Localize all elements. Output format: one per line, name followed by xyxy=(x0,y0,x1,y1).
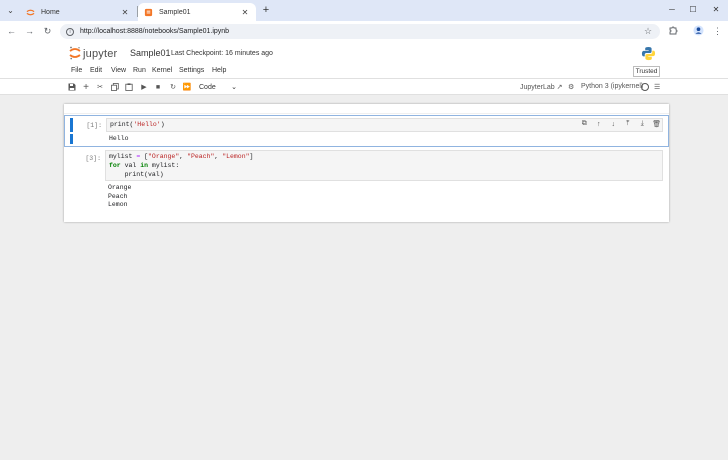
code-cell-active[interactable]: [1]: print('Hello') ⧉ ↑ ↓ ⤒ ⤓ 🗑 Hello xyxy=(64,115,669,147)
bookmark-star-icon[interactable]: ☆ xyxy=(644,26,654,37)
menu-bar: File Edit View Run Kernel Settings Help … xyxy=(0,65,728,79)
menu-help[interactable]: Help xyxy=(212,67,226,74)
url-text[interactable]: http://localhost:8888/notebooks/Sample01… xyxy=(80,28,644,35)
last-checkpoint: Last Checkpoint: 16 minutes ago xyxy=(171,50,273,57)
close-icon[interactable]: ✕ xyxy=(240,7,250,17)
menu-settings[interactable]: Settings xyxy=(179,67,204,74)
input-prompt: [1]: xyxy=(86,122,102,129)
open-in-jupyterlab-link[interactable]: JupyterLab ↗ xyxy=(520,83,562,91)
menu-view[interactable]: View xyxy=(111,67,126,74)
add-cell-icon[interactable]: + xyxy=(81,82,91,93)
menu-file[interactable]: File xyxy=(71,67,82,74)
insert-above-icon[interactable]: ⤒ xyxy=(621,119,636,129)
browser-toolbar: ← → ↻ i http://localhost:8888/notebooks/… xyxy=(0,21,728,42)
cut-icon[interactable]: ✂ xyxy=(95,82,105,92)
code-line: for val in mylist: xyxy=(109,161,180,169)
code-line: mylist = ["Orange", "Peach", "Lemon"] xyxy=(109,153,254,160)
fast-forward-icon[interactable]: ⏩ xyxy=(182,82,192,92)
output-line: Lemon xyxy=(108,201,128,208)
cell-type-select[interactable]: Code ⌄ xyxy=(197,82,239,92)
close-icon[interactable]: ✕ xyxy=(120,7,130,17)
browser-tab-home[interactable]: Home ✕ xyxy=(20,3,136,21)
window-close-icon[interactable]: ✕ xyxy=(709,4,723,16)
kernel-name[interactable]: Python 3 (ipykernel) xyxy=(581,83,643,90)
output-collapser[interactable] xyxy=(70,134,73,144)
forward-arrow-icon[interactable]: → xyxy=(23,25,36,38)
browser-tab-sample01[interactable]: Sample01 ✕ xyxy=(138,3,256,21)
cell-toolbar: ⧉ ↑ ↓ ⤒ ⤓ 🗑 xyxy=(577,119,664,129)
move-up-icon[interactable]: ↑ xyxy=(592,119,607,129)
cell-output: Orange Peach Lemon xyxy=(108,184,131,210)
tab-title: Sample01 xyxy=(159,8,191,16)
delete-cell-icon[interactable]: 🗑 xyxy=(650,119,665,129)
profile-avatar-icon[interactable] xyxy=(692,25,705,38)
output-line: Orange xyxy=(108,184,132,191)
insert-below-icon[interactable]: ⤓ xyxy=(635,119,650,129)
kebab-menu-icon[interactable]: ⋮ xyxy=(711,25,724,38)
move-down-icon[interactable]: ↓ xyxy=(606,119,621,129)
gear-icon[interactable]: ⚙ xyxy=(568,83,574,91)
restart-icon[interactable]: ↻ xyxy=(168,82,178,92)
menu-run[interactable]: Run xyxy=(133,67,146,74)
menu-kernel[interactable]: Kernel xyxy=(152,67,172,74)
menu-edit[interactable]: Edit xyxy=(90,67,102,74)
input-prompt: [3]: xyxy=(85,155,101,162)
run-icon[interactable]: ▶ xyxy=(139,82,149,92)
notebook-favicon-icon xyxy=(144,8,153,17)
extensions-puzzle-icon[interactable] xyxy=(666,25,679,38)
save-icon[interactable] xyxy=(67,82,77,92)
chevron-down-icon: ⌄ xyxy=(7,6,14,15)
address-bar[interactable]: i http://localhost:8888/notebooks/Sample… xyxy=(60,24,660,39)
copy-icon[interactable] xyxy=(110,82,120,92)
cell-type-value: Code xyxy=(199,83,216,91)
notebook-title[interactable]: Sample01 xyxy=(130,48,171,58)
external-link-icon: ↗ xyxy=(556,84,563,91)
duplicate-cell-icon[interactable]: ⧉ xyxy=(577,119,592,129)
cell-divider xyxy=(64,104,669,114)
maximize-icon[interactable]: ☐ xyxy=(686,4,700,16)
output-line: Peach xyxy=(108,192,128,200)
notebook-toolbar: + ✂ ▶ ■ ↻ ⏩ Code ⌄ JupyterLab ↗ ⚙ Python… xyxy=(0,79,728,95)
jupyter-header: jupyter Sample01 Last Checkpoint: 16 min… xyxy=(0,42,728,65)
site-info-icon[interactable]: i xyxy=(66,27,74,36)
stop-icon[interactable]: ■ xyxy=(153,82,163,92)
chevron-down-icon: ⌄ xyxy=(231,84,237,91)
kernel-status-icon xyxy=(641,83,649,91)
minimize-icon[interactable]: ─ xyxy=(665,4,679,16)
hamburger-menu-icon[interactable]: ☰ xyxy=(654,83,660,91)
code-editor[interactable]: mylist = ["Orange", "Peach", "Lemon"] fo… xyxy=(105,150,663,181)
tab-search-button[interactable]: ⌄ xyxy=(4,4,17,17)
jupyter-logo-icon xyxy=(69,46,81,62)
notebook-panel: [1]: print('Hello') ⧉ ↑ ↓ ⤒ ⤓ 🗑 Hello [3… xyxy=(64,104,669,222)
trusted-indicator[interactable]: Trusted xyxy=(633,66,660,77)
browser-tab-strip: ⌄ Home ✕ Sample01 ✕ + ─ ☐ ✕ xyxy=(0,0,728,21)
jupyterlab-label: JupyterLab xyxy=(520,84,555,91)
python-logo-icon xyxy=(641,46,656,61)
reload-icon[interactable]: ↻ xyxy=(41,25,54,38)
jupyter-favicon-icon xyxy=(26,8,35,17)
code-line: print(val) xyxy=(109,170,164,178)
paste-icon[interactable] xyxy=(124,82,134,92)
cell-output: Hello xyxy=(109,135,129,142)
back-arrow-icon[interactable]: ← xyxy=(5,25,18,38)
jupyter-wordmark: jupyter xyxy=(83,48,118,60)
notebook-area: [1]: print('Hello') ⧉ ↑ ↓ ⤒ ⤓ 🗑 Hello [3… xyxy=(0,95,728,460)
new-tab-button[interactable]: + xyxy=(260,4,272,16)
tab-title: Home xyxy=(41,8,60,16)
jupyter-logo[interactable]: jupyter xyxy=(69,46,117,62)
